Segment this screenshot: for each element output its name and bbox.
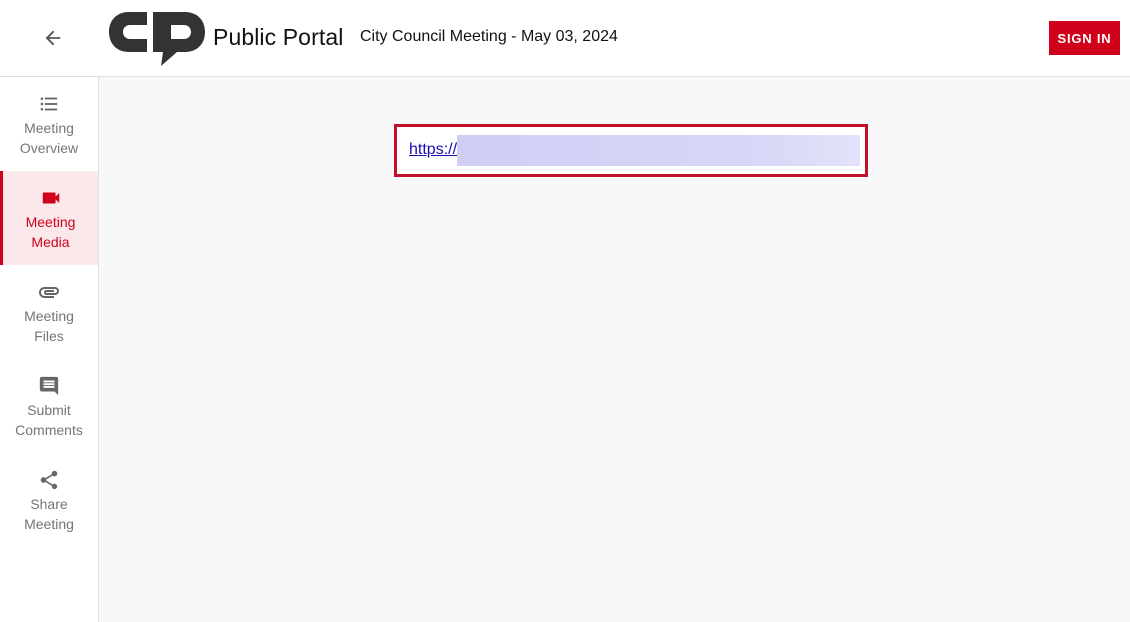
sidebar-item-meeting-files[interactable]: Meeting Files (0, 265, 98, 359)
label-line-2: Media (31, 234, 70, 250)
label-line-1: Submit (27, 402, 71, 418)
arrow-left-icon (45, 30, 61, 46)
main-content: https:// (99, 77, 1130, 622)
media-link[interactable]: https:// (409, 141, 457, 159)
sidebar-item-share-meeting[interactable]: Share Meeting (0, 453, 98, 547)
label-line-1: Meeting (24, 120, 74, 136)
paperclip-icon (37, 280, 61, 304)
sign-in-button[interactable]: SIGN IN (1049, 21, 1120, 55)
sidebar-item-meeting-overview[interactable]: Meeting Overview (0, 77, 98, 171)
label-line-2: Meeting (24, 516, 74, 532)
sidebar-item-label: Meeting Files (4, 306, 94, 346)
sidebar-item-meeting-media[interactable]: Meeting Media (0, 171, 98, 265)
label-line-2: Overview (19, 140, 79, 156)
list-icon (37, 92, 61, 116)
meeting-title: City Council Meeting - May 03, 2024 (360, 28, 618, 45)
sidebar-item-label: Meeting Media (6, 212, 96, 252)
label-line-1: Share (30, 496, 68, 512)
label-line-2: Comments (15, 422, 83, 438)
cp-logo (107, 8, 207, 68)
share-icon (37, 468, 61, 492)
sidebar-item-label: Submit Comments (4, 400, 94, 440)
app: Public Portal City Council Meeting - May… (0, 0, 1130, 622)
video-camera-icon (39, 186, 63, 210)
header: Public Portal City Council Meeting - May… (0, 0, 1130, 77)
sidebar-item-label: Share Meeting (4, 494, 94, 534)
sidebar-item-submit-comments[interactable]: Submit Comments (0, 359, 98, 453)
redacted-url (457, 135, 860, 166)
sidebar: Meeting Overview Meeting Media Meeting F… (0, 77, 99, 622)
label-line-1: Meeting (25, 214, 76, 230)
portal-name: Public Portal (213, 24, 344, 50)
label-line-1: Meeting (24, 308, 74, 324)
label-line-2: Files (34, 328, 64, 344)
comment-icon (37, 374, 61, 398)
back-button[interactable] (33, 18, 73, 58)
sidebar-item-label: Meeting Overview (4, 118, 94, 158)
media-link-box: https:// (394, 124, 868, 177)
